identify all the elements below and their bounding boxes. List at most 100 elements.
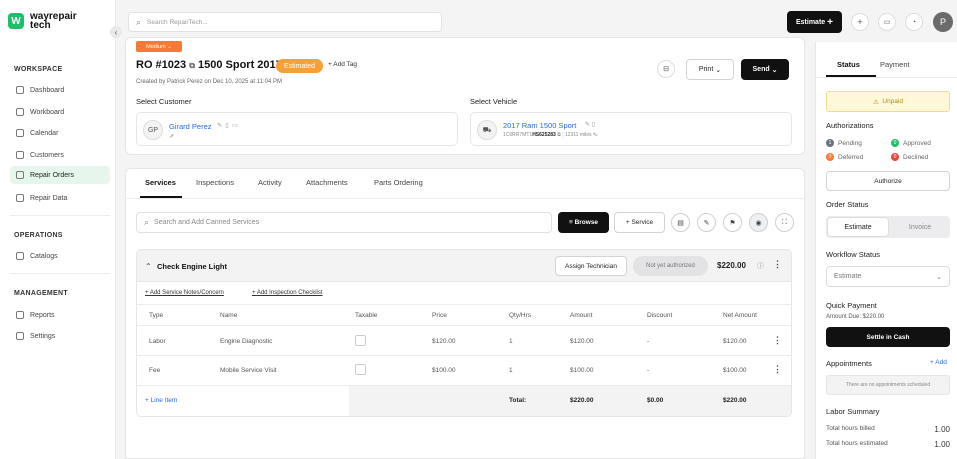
chevron-left-icon: ‹	[114, 27, 118, 37]
col-price: Price	[432, 312, 447, 319]
workflow-status-select[interactable]: Estimate ⌄	[826, 266, 950, 287]
bell-icon: ◔	[911, 18, 917, 26]
edit-icon[interactable]: ✎	[217, 123, 222, 129]
dashboard-icon	[16, 86, 24, 94]
add-service-button[interactable]: + Service	[614, 212, 665, 233]
approved-dot: 0	[891, 139, 899, 147]
settle-in-cash-button[interactable]: Settle in Cash	[826, 327, 950, 347]
copy-icon[interactable]: ⧉	[189, 61, 195, 70]
tab-status[interactable]: Status	[837, 60, 860, 69]
labor-summary-title: Labor Summary	[826, 407, 880, 416]
link-icon[interactable]: ⇗	[169, 133, 174, 140]
edit-icon[interactable]: ✎	[593, 132, 598, 138]
col-qty: Qty/Hrs	[509, 312, 532, 319]
payment-status-badge: ⚠ Unpaid	[826, 91, 950, 112]
calculator-button[interactable]: ▤	[671, 213, 690, 232]
archive-button[interactable]: ⊟	[657, 60, 675, 78]
copy-icon[interactable]: ⧉	[557, 132, 561, 138]
labor-row: Total hours billed 1.00	[826, 425, 950, 434]
flag-button[interactable]: ⚑	[723, 213, 742, 232]
sidebar-item-customers[interactable]: Customers	[10, 146, 110, 164]
repair-orders-icon	[16, 171, 24, 179]
flag-icon: ⚑	[729, 219, 736, 227]
row-menu-icon[interactable]: ⋮	[773, 364, 782, 375]
vehicle-card[interactable]: ⛟ 2017 Ram 1500 Sport ✎ ▯ 1C6RR7MT1HS625…	[470, 112, 792, 146]
search-input[interactable]: ⌕ Search RepairTech...	[128, 12, 442, 32]
order-status-toggle: Estimate Invoice	[826, 216, 950, 238]
estimate-button[interactable]: Estimate +	[787, 11, 842, 33]
auth-pending: 1 Pending	[826, 139, 862, 147]
select-vehicle-label: Select Vehicle	[470, 97, 518, 106]
add-inspection-checklist-link[interactable]: + Add Inspection Checklist	[252, 290, 323, 296]
chevron-down-icon: ⌄	[771, 66, 778, 74]
status-badge: Estimated	[276, 59, 323, 73]
assign-technician-button[interactable]: Assign Technician	[555, 256, 627, 276]
plus-icon: +	[857, 17, 863, 27]
add-button[interactable]: +	[851, 13, 869, 31]
add-line-item-button[interactable]: + Line Item	[145, 397, 177, 404]
search-icon: ⌕	[136, 16, 142, 27]
sidebar-item-repair-orders[interactable]: Repair Orders	[10, 166, 110, 184]
chat-button[interactable]: ▭	[878, 13, 896, 31]
sidebar-item-workboard[interactable]: Workboard	[10, 103, 110, 121]
col-taxable: Taxable	[355, 312, 378, 319]
authorize-button[interactable]: Authorize	[826, 171, 950, 191]
job-menu-icon[interactable]: ⋮	[773, 259, 782, 270]
add-tag-button[interactable]: + Add Tag	[328, 61, 357, 68]
tab-payment[interactable]: Payment	[880, 60, 910, 69]
edit-icon[interactable]: ✎	[585, 122, 590, 128]
job-title[interactable]: Check Engine Light	[157, 262, 227, 271]
info-icon[interactable]: ⓘ	[757, 261, 764, 271]
sidebar-divider	[10, 215, 110, 216]
tab-services[interactable]: Services	[145, 178, 176, 187]
document-icon[interactable]: ▯	[592, 122, 595, 128]
expand-button[interactable]: ⛶	[775, 213, 794, 232]
chevron-up-icon[interactable]: ⌃	[145, 262, 152, 271]
order-status-invoice[interactable]: Invoice	[890, 224, 950, 231]
sidebar-item-settings[interactable]: Settings	[10, 327, 110, 345]
add-appointment-button[interactable]: + Add	[930, 359, 947, 366]
col-net-amount: Net Amount	[723, 312, 757, 319]
browse-button[interactable]: ≡ Browse	[558, 212, 609, 233]
send-button[interactable]: Send ⌄	[741, 59, 789, 80]
add-service-notes-link[interactable]: + Add Service Notes/Concern	[145, 290, 224, 296]
eye-icon: ◉	[755, 219, 762, 227]
customer-card[interactable]: GP Girard Perez ✎ ▯ ▭ ⇗	[136, 112, 458, 146]
created-info: Created by Patrick Perez on Dec 10, 2025…	[136, 79, 282, 85]
collapse-sidebar-button[interactable]: ‹	[110, 26, 122, 38]
tab-parts-ordering[interactable]: Parts Ordering	[374, 178, 423, 187]
total-label: Total:	[509, 397, 527, 404]
sidebar-item-reports[interactable]: Reports	[10, 306, 110, 324]
avatar[interactable]: P	[933, 12, 953, 32]
sidebar-item-calendar[interactable]: Calendar	[10, 124, 110, 142]
col-amount: Amount	[570, 312, 593, 319]
logo[interactable]: W wayrepair tech	[8, 12, 77, 31]
search-icon: ⌕	[144, 217, 150, 227]
customer-name-link[interactable]: Girard Perez	[169, 122, 212, 131]
sidebar-item-catalogs[interactable]: Catalogs	[10, 247, 110, 265]
vehicle-vin: 1C6RR7MT1HS625283 ⧉ | 12311 miles ✎	[503, 132, 598, 138]
visibility-button[interactable]: ◉	[749, 213, 768, 232]
taxable-checkbox[interactable]	[355, 335, 366, 346]
auth-declined: 0 Declined	[891, 153, 928, 161]
row-menu-icon[interactable]: ⋮	[773, 335, 782, 346]
message-icon[interactable]: ▭	[232, 123, 238, 129]
print-button[interactable]: Print ⌄	[686, 59, 734, 80]
sidebar-item-repair-data[interactable]: Repair Data	[10, 189, 110, 207]
right-panel: Status Payment ⚠ Unpaid Authorizations 1…	[815, 42, 957, 459]
no-appointments-message: There are no appointments scheduled	[826, 375, 950, 395]
tab-inspections[interactable]: Inspections	[196, 178, 234, 187]
notifications-button[interactable]: ◔	[905, 13, 923, 31]
sidebar-item-dashboard[interactable]: Dashboard	[10, 81, 110, 99]
priority-badge[interactable]: Medium ⌄	[136, 41, 182, 52]
tools-button[interactable]: ✎	[697, 213, 716, 232]
document-icon[interactable]: ▯	[225, 123, 228, 129]
order-status-estimate[interactable]: Estimate	[827, 217, 889, 237]
authorization-status[interactable]: Not yet authorized	[633, 256, 708, 276]
tab-attachments[interactable]: Attachments	[306, 178, 348, 187]
tab-activity[interactable]: Activity	[258, 178, 282, 187]
vehicle-name-link[interactable]: 2017 Ram 1500 Sport	[503, 121, 576, 130]
taxable-checkbox[interactable]	[355, 364, 366, 375]
canned-services-search[interactable]: ⌕ Search and Add Canned Services	[136, 212, 552, 233]
vehicle-actions: ✎ ▯	[585, 121, 595, 128]
